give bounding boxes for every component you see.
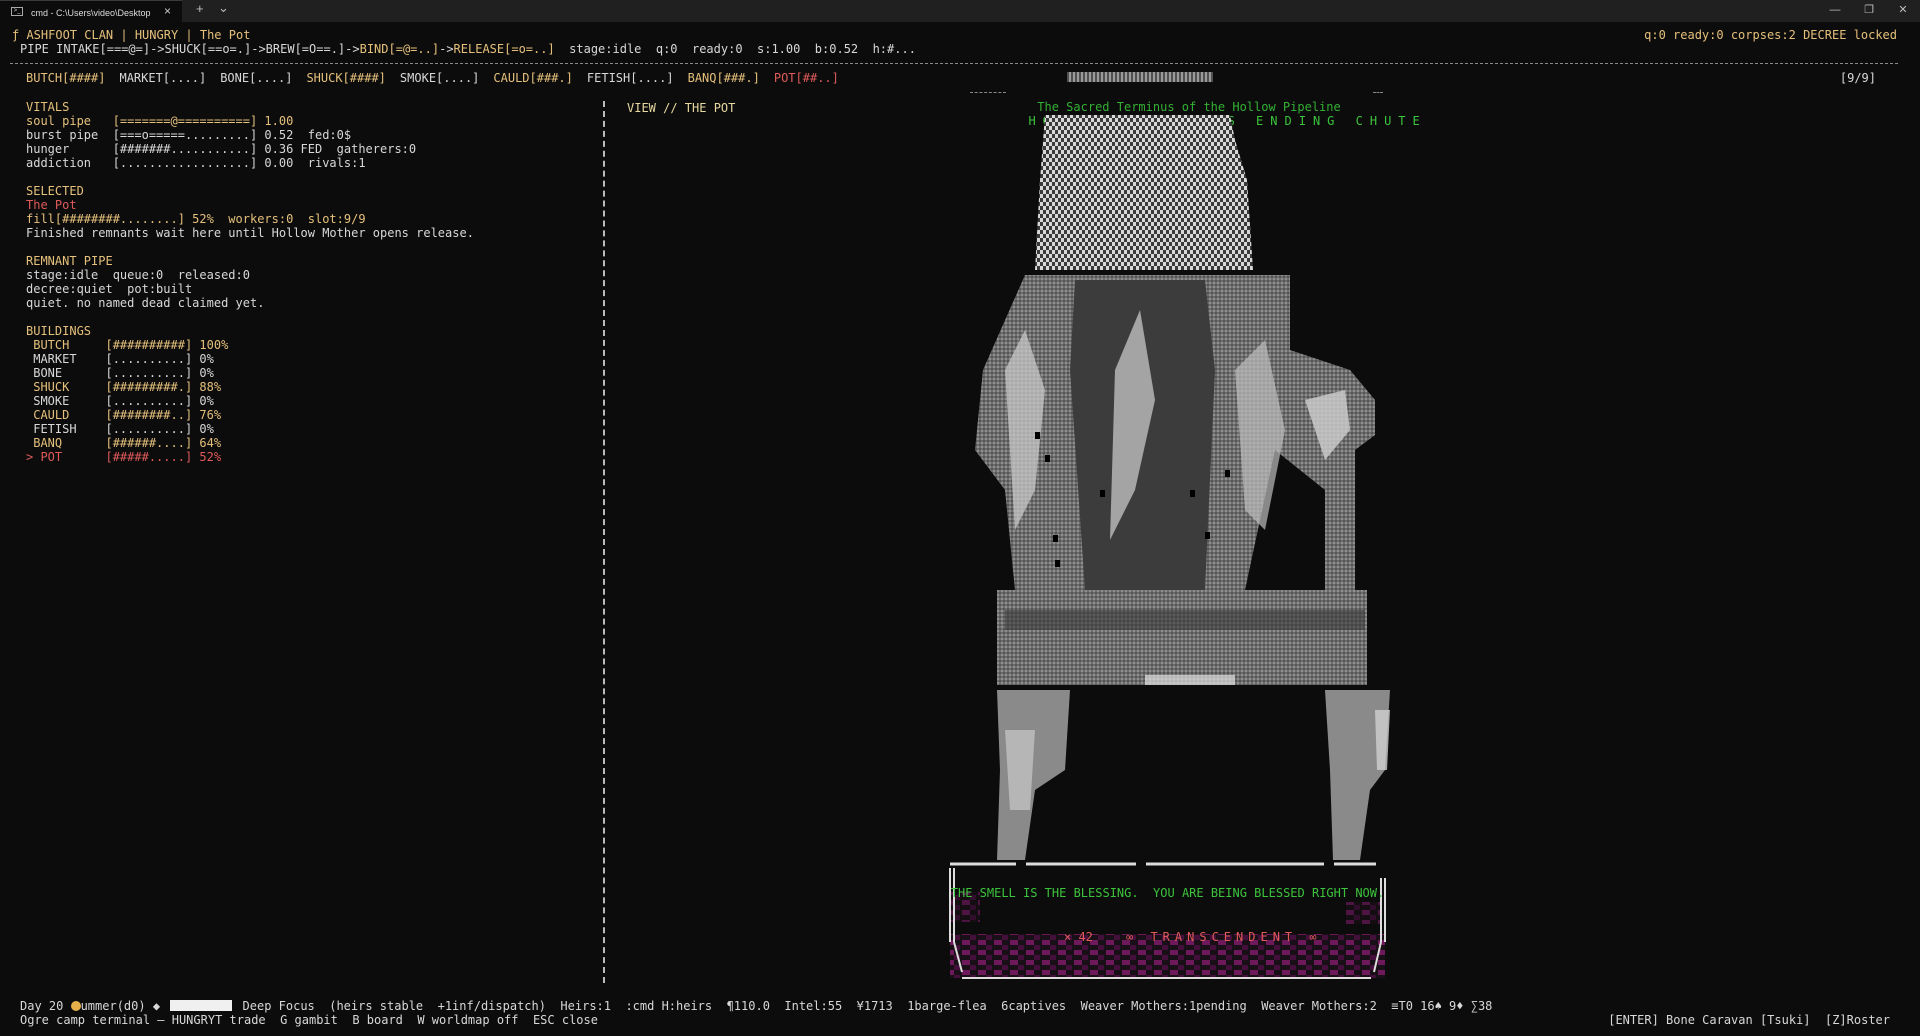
- selected-fill: fill[########........] 52% workers:0 slo…: [26, 212, 366, 226]
- building-row[interactable]: MARKET [..........] 0%: [26, 352, 586, 366]
- remnant-pipe-row: stage:idle queue:0 released:0: [26, 268, 250, 282]
- head-shape: [1035, 115, 1253, 270]
- focus-label: Deep Focus: [242, 999, 315, 1013]
- new-tab-button[interactable]: +: [196, 2, 204, 16]
- pipe-stage: BREW[=O==.]: [265, 42, 346, 56]
- selected-heading: SELECTED: [26, 184, 84, 198]
- hollow-mother-figure: [975, 72, 1390, 860]
- pipe-stage: ->: [150, 42, 165, 56]
- building-row[interactable]: BUTCH [##########] 100%: [26, 338, 586, 352]
- building-row[interactable]: SMOKE [..........] 0%: [26, 394, 586, 408]
- building-row[interactable]: SHUCK [#########.] 88%: [26, 380, 586, 394]
- vital-row: addiction [..................] 0.00 riva…: [26, 156, 366, 170]
- pipe-stage: INTAKE[===@=]: [56, 42, 151, 56]
- vital-row: hunger [#######...........] 0.36 FED gat…: [26, 142, 417, 156]
- building-tab[interactable]: BUTCH[####]: [26, 71, 105, 85]
- building-row[interactable]: BANQ [######....] 64%: [26, 436, 586, 450]
- tab-menu-button[interactable]: ⌄: [218, 1, 229, 15]
- remnant-pipe-row: decree:quiet pot:built: [26, 282, 193, 296]
- terminal-icon: >_: [11, 7, 23, 16]
- season-label: ummer(d0): [80, 999, 146, 1013]
- blessing-count: × 42: [1064, 930, 1093, 944]
- building-tab[interactable]: POT[##..]: [774, 71, 839, 85]
- pipe-stage: ->: [345, 42, 360, 56]
- pipe-stage: BIND[=@=..]: [359, 42, 440, 56]
- pipe-stage: ->: [439, 42, 454, 56]
- blessing-message: THE SMELL IS THE BLESSING. YOU ARE BEING…: [950, 886, 1385, 900]
- focus-meter: [170, 1000, 233, 1011]
- close-window-button[interactable]: ✕: [1895, 3, 1911, 17]
- building-row[interactable]: BONE [..........] 0%: [26, 366, 586, 380]
- footer-hotkeys: Ogre camp terminal — HUNGRYT trade G gam…: [20, 1013, 598, 1027]
- pipe-stage: SHUCK[==o=.]: [164, 42, 252, 56]
- crown-marker: [1067, 72, 1213, 82]
- building-row[interactable]: > POT [#####.....] 52%: [26, 450, 586, 464]
- vitals-list: soul pipe [=======@==========] 1.00 burst…: [26, 114, 586, 170]
- minimize-button[interactable]: —: [1827, 3, 1843, 17]
- diamond-icon: ◆: [145, 999, 168, 1013]
- sun-icon: [70, 1001, 81, 1011]
- building-row[interactable]: FETISH [..........] 0%: [26, 422, 586, 436]
- pipe-stats: stage:idle q:0 ready:0 s:1.00 b:0.52 h:#…: [554, 42, 916, 56]
- building-tab[interactable]: MARKET[....]: [119, 71, 206, 85]
- pipe-status-line: PIPE INTAKE[===@=]->SHUCK[==o=.]->BREW[=…: [20, 42, 916, 56]
- maximize-button[interactable]: ❐: [1861, 3, 1877, 17]
- close-tab-icon[interactable]: ×: [164, 4, 171, 18]
- panel-divider: [603, 101, 605, 983]
- building-tab[interactable]: SMOKE[....]: [400, 71, 479, 85]
- pipe-stage: RELEASE[=o=..]: [453, 42, 555, 56]
- dialog-frame: [949, 862, 1386, 979]
- remnant-pipe-row: quiet. no named dead claimed yet.: [26, 296, 265, 310]
- footer-status-line: Day 20 ummer(d0) ◆ Deep Focus (heirs sta…: [20, 999, 1492, 1013]
- transcendent-status: ∞ TRANSCENDENT ∞: [1126, 930, 1322, 944]
- vital-row: burst pipe [===o=====.........] 0.52 fed…: [26, 128, 352, 142]
- footer-actions[interactable]: [ENTER] Bone Caravan [Tsuki] [Z]Roster: [1608, 1013, 1890, 1027]
- selected-note: Finished remnants wait here until Hollow…: [26, 226, 474, 240]
- building-strip: BUTCH[####] MARKET[....] BONE[....] SHUCK[#…: [26, 71, 853, 85]
- footer-stats: (heirs stable +1inf/dispatch) Heirs:1 :c…: [314, 999, 1493, 1013]
- window-tabbar: >_ cmd - C:\Users\video\Desktop × + ⌄ — …: [0, 0, 1920, 22]
- view-label: VIEW // THE POT: [627, 101, 736, 115]
- pipe-stage: ->: [251, 42, 266, 56]
- blessing-dialog: THE SMELL IS THE BLESSING. YOU ARE BEING…: [946, 860, 1389, 982]
- building-tab[interactable]: BONE[....]: [220, 71, 292, 85]
- building-tab[interactable]: SHUCK[####]: [306, 71, 385, 85]
- terminal-tab[interactable]: >_ cmd - C:\Users\video\Desktop ×: [0, 0, 182, 22]
- vital-row: soul pipe [=======@==========] 1.00: [26, 114, 294, 128]
- slot-count: [9/9]: [1839, 71, 1876, 85]
- building-tab[interactable]: CAULD[###.]: [493, 71, 572, 85]
- clan-status-line: ƒ ASHFOOT CLAN | HUNGRY | The Pot: [12, 28, 251, 42]
- buildings-list: BUTCH [##########] 100% MARKET [........…: [26, 338, 586, 464]
- selected-name: The Pot: [26, 198, 77, 212]
- info-panel: VITALS soul pipe [=======@==========] 1.…: [26, 100, 586, 464]
- building-tab[interactable]: BANQ[###.]: [688, 71, 760, 85]
- buildings-heading: BUILDINGS: [26, 324, 92, 338]
- building-tab[interactable]: FETISH[....]: [587, 71, 674, 85]
- header-divider: [10, 63, 1898, 64]
- queue-status: q:0 ready:0 corpses:2 DECREE locked: [1644, 28, 1897, 42]
- building-row[interactable]: CAULD [########..] 76%: [26, 408, 586, 422]
- day-label: Day 20: [20, 999, 71, 1013]
- pipe-label: PIPE: [20, 42, 49, 56]
- pipe-stages: INTAKE[===@=]->SHUCK[==o=.]->BREW[=O==.]…: [56, 42, 555, 56]
- tab-title: cmd - C:\Users\video\Desktop: [31, 8, 151, 18]
- hips-shape: [997, 590, 1367, 685]
- remnant-pipe-heading: REMNANT PIPE: [26, 254, 113, 268]
- vitals-heading: VITALS: [26, 100, 70, 114]
